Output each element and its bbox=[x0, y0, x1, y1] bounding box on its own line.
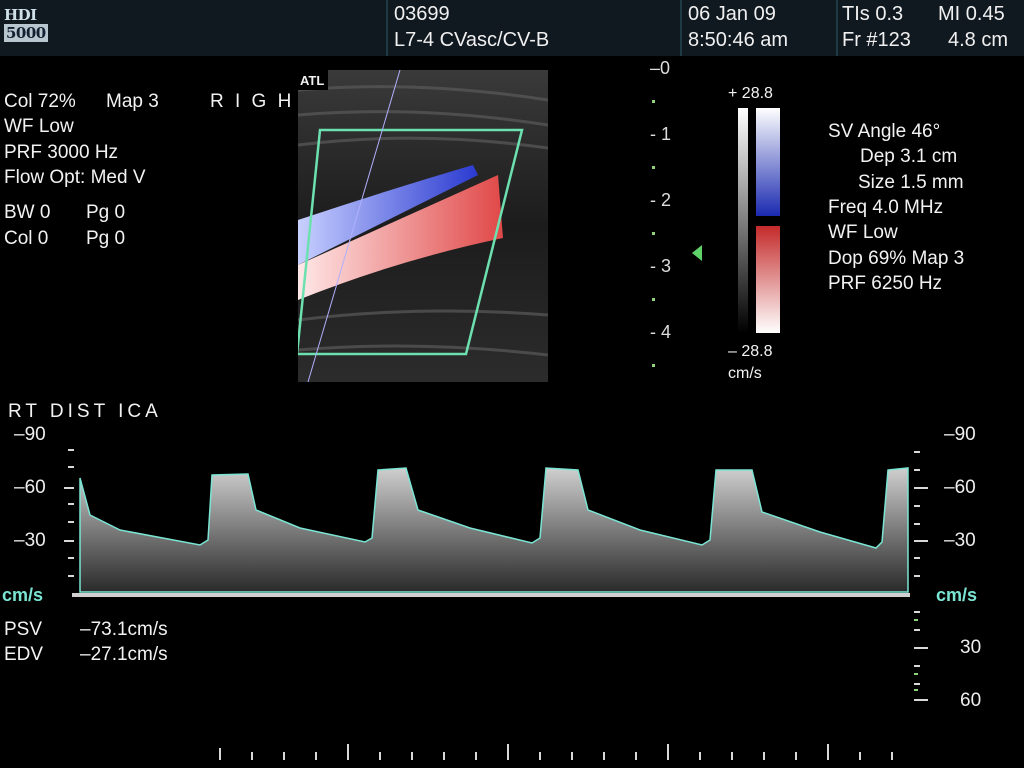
color-prf: PRF 3000 Hz bbox=[4, 142, 119, 163]
psv-value: –73.1cm/s bbox=[80, 619, 168, 640]
color-bar-top-value: + 28.8 bbox=[728, 85, 773, 102]
mi-value: MI 0.45 bbox=[938, 3, 1005, 25]
exam-date: 06 Jan 09 bbox=[688, 3, 776, 25]
velocity-label-right: 30 bbox=[960, 637, 982, 658]
depth-tick-1: - 1 bbox=[650, 124, 672, 144]
velocity-label-right: –90 bbox=[944, 424, 976, 445]
doppler-prf: PRF 6250 Hz bbox=[828, 273, 943, 294]
patient-id: 03699 bbox=[394, 3, 450, 25]
time-scale-ticks bbox=[219, 744, 893, 760]
depth-tick-4: - 4 bbox=[650, 322, 672, 342]
atl-logo: ATL bbox=[300, 73, 324, 88]
exam-time: 8:50:46 am bbox=[688, 29, 789, 51]
color-bar-bottom-value: – 28.8 bbox=[728, 343, 773, 360]
doppler-gain-map: Dop 69% Map 3 bbox=[828, 248, 965, 269]
depth-minor-tick bbox=[652, 232, 655, 235]
color-bar-unit: cm/s bbox=[728, 365, 762, 382]
velocity-label-left: –90 bbox=[14, 424, 46, 445]
edv-value: –27.1cm/s bbox=[80, 644, 168, 665]
depth-tick-2: - 2 bbox=[650, 190, 672, 210]
color-gain: Col 72% bbox=[4, 91, 76, 112]
logo-text-bottom: 5000 bbox=[4, 24, 48, 42]
frame-number: Fr #123 bbox=[842, 29, 911, 51]
col-setting: Col 0 bbox=[4, 228, 49, 249]
vessel-label: RT DIST ICA bbox=[8, 401, 162, 422]
logo-text-top: HDI bbox=[4, 6, 37, 24]
velocity-label-right: 60 bbox=[960, 690, 982, 711]
depth-minor-tick bbox=[652, 298, 655, 301]
tis-value: TIs 0.3 bbox=[842, 3, 904, 25]
velocity-label-left: –30 bbox=[14, 530, 46, 551]
header-divider bbox=[836, 0, 838, 56]
color-map: Map 3 bbox=[106, 91, 159, 112]
depth-minor-tick bbox=[652, 100, 655, 103]
spectral-waveform bbox=[79, 467, 909, 593]
sample-volume-depth: Dep 3.1 cm bbox=[860, 146, 958, 167]
sample-volume-size: Size 1.5 mm bbox=[858, 172, 964, 193]
depth-value: 4.8 cm bbox=[948, 29, 1009, 51]
bw-setting: BW 0 bbox=[4, 202, 51, 223]
ultrasound-image: ATL bbox=[298, 70, 548, 382]
header-divider bbox=[680, 0, 682, 56]
system-logo: HDI 5000 bbox=[4, 6, 48, 46]
color-velocity-bar bbox=[738, 108, 780, 333]
depth-tick-0: –0 bbox=[650, 58, 671, 78]
velocity-label-left: –60 bbox=[14, 477, 46, 498]
velocity-unit-right: cm/s bbox=[936, 585, 978, 605]
velocity-label-right: –60 bbox=[944, 477, 976, 498]
sv-angle: SV Angle 46° bbox=[828, 121, 941, 142]
header-divider bbox=[386, 0, 388, 56]
transducer-label: L7-4 CVasc/CV-B bbox=[394, 29, 550, 51]
pg-setting-1: Pg 0 bbox=[86, 202, 126, 223]
velocity-unit-left: cm/s bbox=[2, 585, 44, 605]
velocity-label-right: –30 bbox=[944, 530, 976, 551]
right-velocity-ticks bbox=[914, 451, 928, 701]
header-bar: HDI 5000 03699 L7-4 CVasc/CV-B 06 Jan 09… bbox=[0, 0, 1024, 56]
spectral-doppler-display bbox=[64, 449, 928, 760]
wall-filter: WF Low bbox=[4, 116, 74, 137]
left-velocity-ticks bbox=[64, 449, 74, 577]
edv-label: EDV bbox=[4, 644, 44, 665]
doppler-wall-filter: WF Low bbox=[828, 222, 898, 243]
depth-tick-3: - 3 bbox=[650, 256, 672, 276]
depth-minor-tick bbox=[652, 364, 655, 367]
depth-minor-tick bbox=[652, 166, 655, 169]
doppler-frequency: Freq 4.0 MHz bbox=[828, 197, 944, 218]
psv-label: PSV bbox=[4, 619, 43, 640]
pg-setting-2: Pg 0 bbox=[86, 228, 126, 249]
flow-optimization: Flow Opt: Med V bbox=[4, 167, 146, 188]
focus-marker-icon[interactable] bbox=[690, 244, 704, 262]
